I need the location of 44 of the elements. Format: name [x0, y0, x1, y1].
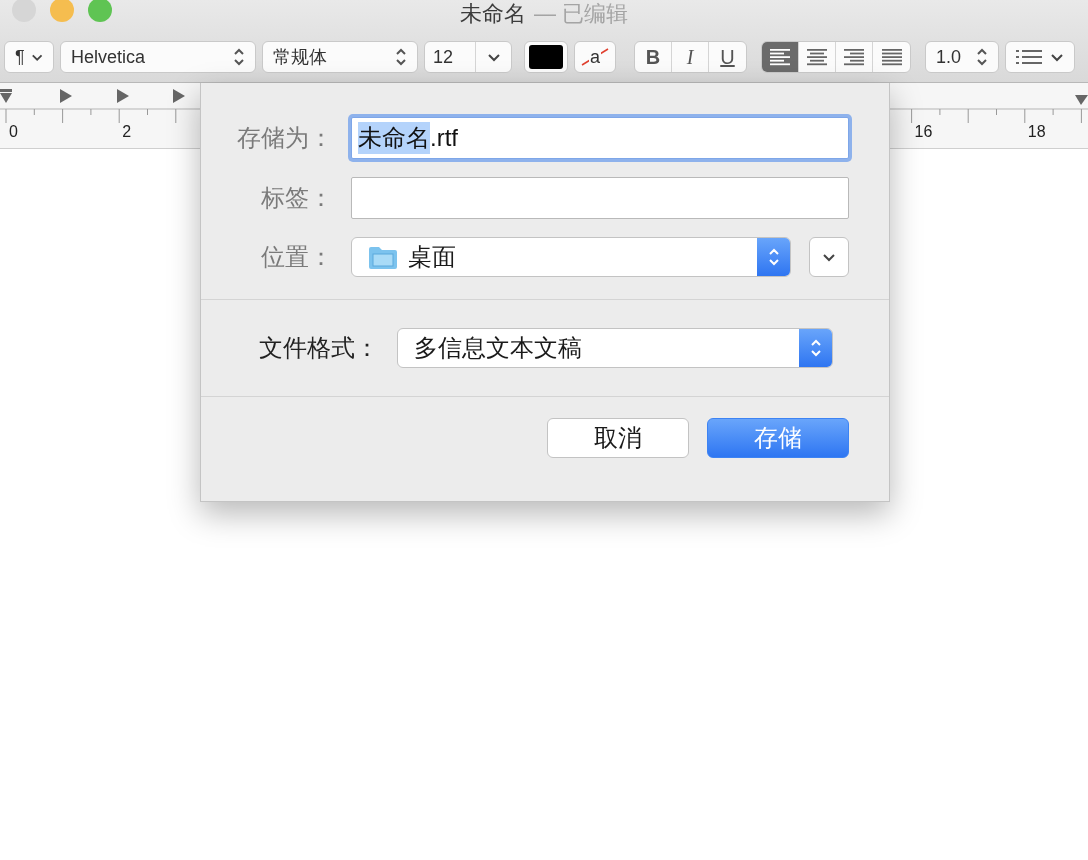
edited-status: — 已编辑	[533, 1, 629, 27]
slash-icon	[580, 47, 610, 67]
folder-icon	[368, 245, 398, 269]
font-style-select[interactable]: 常规体	[262, 41, 418, 73]
tags-field[interactable]	[351, 177, 849, 219]
paragraph-style-button[interactable]: ¶	[4, 41, 54, 73]
field-label: 标签：	[260, 183, 334, 213]
background-color-button[interactable]: a	[574, 41, 616, 73]
ruler-number: 2	[122, 123, 132, 141]
ruler-number: 18	[1027, 123, 1046, 141]
font-family-select[interactable]: Helvetica	[60, 41, 256, 73]
stepper-icon	[233, 47, 245, 67]
chevron-down-icon	[486, 52, 501, 62]
font-size-combo[interactable]: 12	[424, 41, 512, 73]
ruler-number: 0	[9, 123, 18, 141]
stepper-icon	[810, 338, 822, 358]
list-icon	[1016, 48, 1042, 66]
align-center-icon	[805, 48, 829, 66]
align-left-icon	[768, 48, 792, 66]
alignment-button[interactable]	[762, 42, 799, 72]
text-color-button[interactable]	[524, 41, 568, 73]
window-title: 未命名	[459, 1, 526, 27]
chevron-down-icon	[30, 52, 43, 62]
file-format-select[interactable]: 多信息文本文稿	[397, 328, 833, 368]
underline-button[interactable]: U	[709, 42, 746, 72]
chevron-down-icon	[822, 252, 836, 262]
stepper-icon	[976, 47, 988, 67]
location-select[interactable]: 桌面	[351, 237, 791, 277]
cancel-button[interactable]: 取消	[547, 418, 689, 458]
file-name-field[interactable]: 未命名.rtf	[351, 117, 849, 159]
field-label: 存储为：	[236, 123, 334, 153]
color-swatch	[529, 45, 563, 69]
chevron-down-icon	[1050, 52, 1064, 62]
stepper-icon	[395, 47, 407, 67]
bold-button[interactable]: B	[635, 42, 672, 72]
stepper-icon	[768, 247, 780, 267]
align-justify-icon	[879, 48, 904, 66]
list-style-button[interactable]	[1005, 41, 1075, 73]
italic-button[interactable]: I	[672, 42, 709, 72]
align-right-icon	[842, 48, 866, 66]
field-label: 文件格式：	[258, 333, 380, 363]
ruler-number: 16	[914, 123, 933, 141]
field-label: 位置：	[260, 242, 334, 272]
line-spacing-select[interactable]: 1.0	[925, 41, 999, 73]
